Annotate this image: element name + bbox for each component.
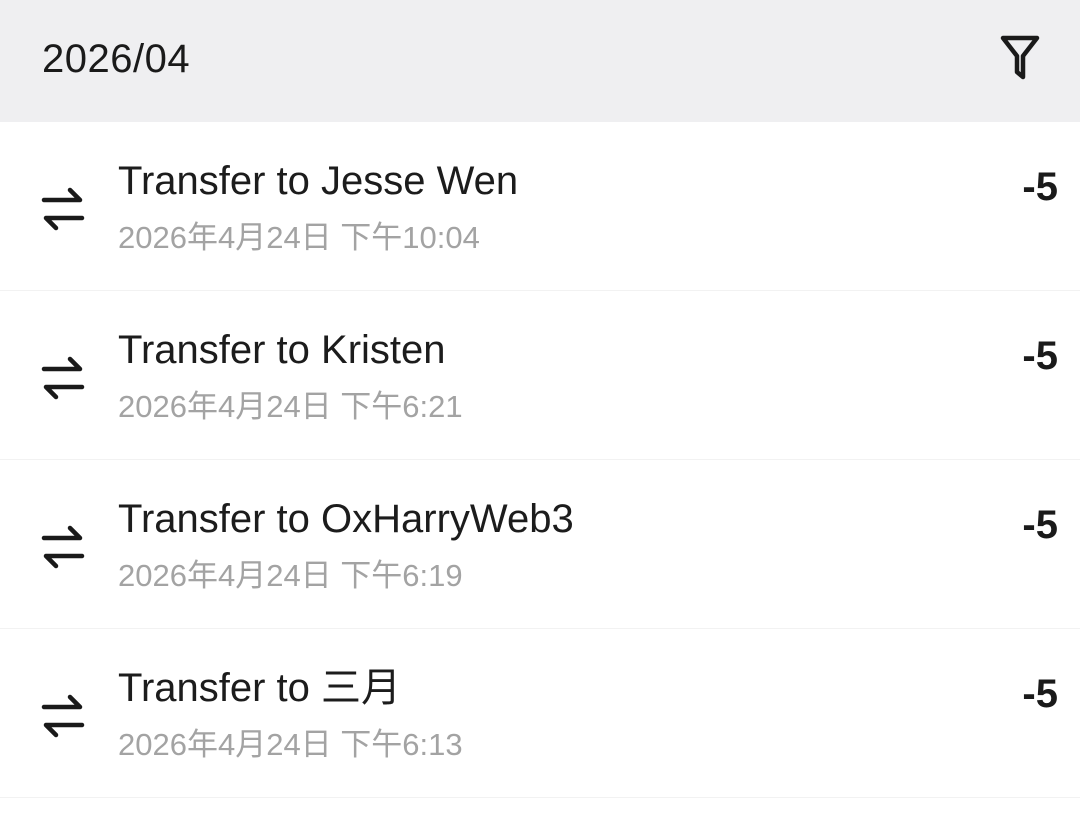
transfer-icon [41, 694, 85, 738]
transfer-icon [41, 187, 85, 231]
transaction-amount: -5 [1022, 334, 1058, 378]
transaction-row[interactable]: Transfer to 三月 2026年4月24日 下午6:13 -5 [0, 629, 1080, 798]
transaction-title: Transfer to 三月 [118, 666, 402, 710]
transaction-row[interactable]: Transfer to Kristen 2026年4月24日 下午6:21 -5 [0, 291, 1080, 460]
month-header: 2026/04 [0, 0, 1080, 122]
transaction-list: Transfer to Jesse Wen 2026年4月24日 下午10:04… [0, 122, 1080, 798]
transfer-icon [41, 356, 85, 400]
transaction-row[interactable]: Transfer to OxHarryWeb3 2026年4月24日 下午6:1… [0, 460, 1080, 629]
transaction-title: Transfer to OxHarryWeb3 [118, 497, 574, 541]
transaction-time: 2026年4月24日 下午6:13 [118, 727, 463, 762]
transaction-row[interactable]: Transfer to Jesse Wen 2026年4月24日 下午10:04… [0, 122, 1080, 291]
transaction-amount: -5 [1022, 672, 1058, 716]
filter-button[interactable] [994, 30, 1046, 86]
transaction-title: Transfer to Jesse Wen [118, 159, 519, 203]
transaction-amount: -5 [1022, 503, 1058, 547]
transaction-time: 2026年4月24日 下午10:04 [118, 220, 480, 255]
transaction-time: 2026年4月24日 下午6:21 [118, 389, 463, 424]
transfer-icon [41, 525, 85, 569]
transaction-amount: -5 [1022, 165, 1058, 209]
filter-icon [1000, 35, 1040, 80]
transaction-title: Transfer to Kristen [118, 328, 446, 372]
transaction-time: 2026年4月24日 下午6:19 [118, 558, 463, 593]
month-label: 2026/04 [42, 37, 191, 81]
